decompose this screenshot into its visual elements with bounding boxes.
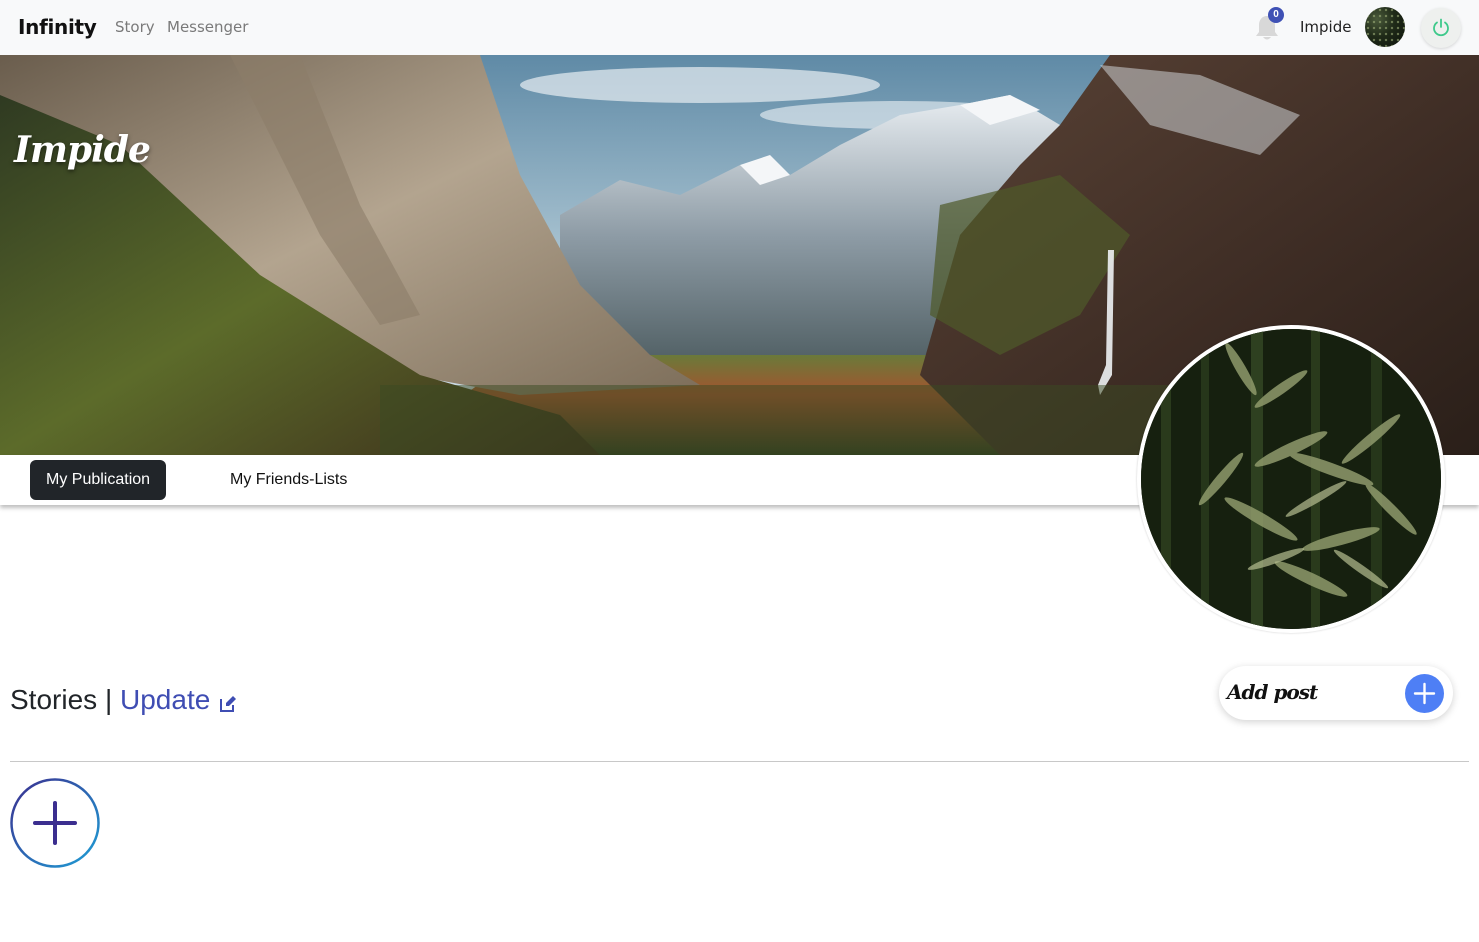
brand-logo[interactable]: Infinity — [18, 15, 97, 39]
nav-link-messenger[interactable]: Messenger — [167, 18, 248, 36]
cover-username: Impide — [14, 129, 151, 171]
nav-link-story[interactable]: Story — [115, 18, 155, 36]
tab-my-publication[interactable]: My Publication — [30, 460, 167, 500]
logout-button[interactable] — [1421, 8, 1461, 48]
add-story-button[interactable] — [10, 778, 100, 868]
nav-username[interactable]: Impide — [1300, 18, 1351, 36]
profile-photo[interactable] — [1137, 325, 1445, 633]
stories-separator: | — [104, 684, 113, 715]
stories-title: Stories — [10, 684, 98, 715]
navbar: Infinity Story Messenger 0 Impide — [0, 0, 1479, 55]
stories-update-link[interactable]: Update — [120, 684, 210, 715]
plus-icon — [1413, 682, 1436, 705]
tab-my-friends-lists[interactable]: My Friends-Lists — [214, 460, 363, 500]
add-post-label: Add post — [1227, 680, 1318, 704]
bamboo-image — [1141, 329, 1441, 629]
notification-badge: 0 — [1268, 7, 1284, 23]
add-post-button[interactable] — [1405, 674, 1444, 713]
avatar[interactable] — [1365, 7, 1405, 47]
add-post-pill[interactable]: Add post — [1219, 666, 1453, 720]
stories-heading: Stories | Update — [10, 684, 210, 716]
edit-icon[interactable] — [218, 694, 238, 714]
plus-icon — [10, 778, 100, 868]
power-icon — [1433, 18, 1449, 37]
stories-divider — [10, 761, 1469, 762]
